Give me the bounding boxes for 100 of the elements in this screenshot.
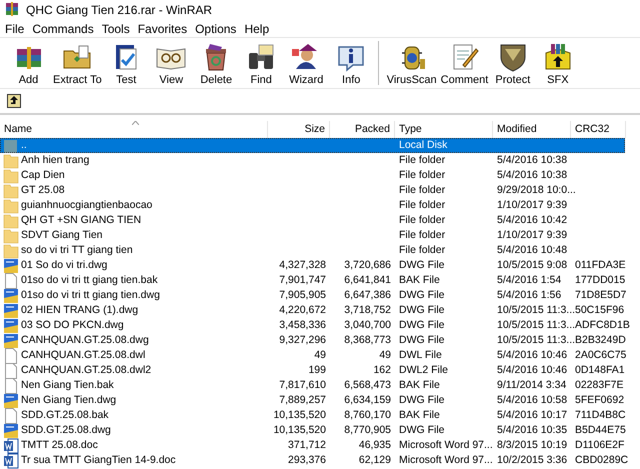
toolbar-button[interactable]: Find bbox=[238, 39, 284, 87]
file-row[interactable]: TMTT 25.08.doc 371,712 46,935 Microsoft Word 97... 8/3/2015 10:19 D1106E2F bbox=[0, 438, 625, 453]
table-cell: 3,458,336 bbox=[279, 318, 326, 333]
table-cell: 177DD015 bbox=[575, 273, 626, 288]
table-cell: 3,718,752 bbox=[344, 303, 391, 318]
sort-caret-icon bbox=[132, 121, 139, 125]
table-cell: 8,760,170 bbox=[344, 408, 391, 423]
table-cell: File folder bbox=[399, 228, 446, 243]
table-cell: so do vi tri TT giang tien bbox=[21, 243, 133, 258]
table-cell: File folder bbox=[399, 153, 446, 168]
table-cell: DWG File bbox=[399, 393, 444, 408]
table-cell: 5/4/2016 1:54 bbox=[497, 273, 562, 288]
file-row[interactable]: CANHQUAN.GT.25.08.dwl2 199 162 DWL2 File 5/4/2016 10:46 0D148FA1 bbox=[0, 363, 625, 378]
table-cell: 5/4/2016 10:46 bbox=[497, 363, 568, 378]
table-cell: 2A0C6C75 bbox=[575, 348, 626, 363]
table-cell: CANHQUAN.GT.25.08.dwl2 bbox=[21, 363, 152, 378]
table-cell: 8,368,773 bbox=[344, 333, 391, 348]
table-cell: Microsoft Word 97... bbox=[399, 453, 493, 468]
table-cell: Nen Giang Tien.bak bbox=[21, 378, 114, 393]
window-title: QHC Giang Tien 216.rar - WinRAR bbox=[26, 3, 212, 17]
table-cell: DWG File bbox=[399, 423, 444, 438]
file-row[interactable]: so do vi tri TT giang tien File folder 5/4/2016 10:48 bbox=[0, 243, 625, 258]
table-cell: 49 bbox=[314, 348, 326, 363]
toolbar-button[interactable]: Test bbox=[104, 39, 149, 87]
table-cell: BAK File bbox=[399, 273, 440, 288]
toolbar-button[interactable]: Info bbox=[328, 39, 374, 87]
table-cell: 5/4/2016 10:38 bbox=[497, 153, 568, 168]
table-cell: D1106E2F bbox=[575, 438, 624, 453]
table-cell: CANHQUAN.GT.25.08.dwl bbox=[21, 348, 146, 363]
table-cell: 6,647,386 bbox=[344, 288, 391, 303]
file-row[interactable]: CANHQUAN.GT.25.08.dwl 49 49 DWL File 5/4/2016 10:46 2A0C6C75 bbox=[0, 348, 625, 363]
table-cell: 162 bbox=[373, 363, 391, 378]
file-row[interactable]: Nen Giang Tien.dwg 7,889,257 6,634,159 DWG File 5/4/2016 10:58 5FEF0692 bbox=[0, 393, 625, 408]
table-cell: 5/4/2016 10:38 bbox=[497, 168, 568, 183]
table-cell: 01so do vi tri tt giang tien.dwg bbox=[21, 288, 160, 303]
file-row[interactable]: Cap Dien File folder 5/4/2016 10:38 bbox=[0, 168, 625, 183]
table-cell: SDD.GT.25.08.dwg bbox=[21, 423, 111, 438]
table-cell: 5FEF0692 bbox=[575, 393, 624, 408]
table-cell: 293,376 bbox=[288, 453, 326, 468]
toolbar-button[interactable]: Delete bbox=[194, 39, 239, 87]
folder-icon bbox=[3, 182, 19, 198]
file-row[interactable]: SDVT Giang Tien File folder 1/10/2017 9:39 bbox=[0, 228, 625, 243]
table-cell: 03 SO DO PKCN.dwg bbox=[21, 318, 124, 333]
menu-item[interactable]: Favorites bbox=[134, 22, 192, 36]
file-row[interactable]: GT 25.08 File folder 9/29/2018 10:0... bbox=[0, 183, 625, 198]
file-row[interactable]: QH GT +SN GIANG TIEN File folder 5/4/2016 10:42 bbox=[0, 213, 625, 228]
folder-icon bbox=[3, 212, 19, 228]
table-cell: 711D4B8C bbox=[575, 408, 626, 423]
menu-item[interactable]: Commands bbox=[29, 22, 99, 36]
file-row[interactable]: guianhnuocgiangtienbaocao File folder 1/10/2017 9:39 bbox=[0, 198, 625, 213]
toolbar-button[interactable]: Add bbox=[6, 39, 51, 87]
table-cell: ADFC8D1B bbox=[575, 318, 630, 333]
file-row[interactable]: Nen Giang Tien.bak 7,817,610 6,568,473 BAK File 9/11/2014 3:34 02283F7E bbox=[0, 378, 625, 393]
table-cell: SDVT Giang Tien bbox=[21, 228, 103, 243]
table-cell: 4,327,328 bbox=[279, 258, 326, 273]
table-cell: 7,889,257 bbox=[279, 393, 326, 408]
file-row[interactable]: 02 HIEN TRANG (1).dwg 4,220,672 3,718,752 DWG File 10/5/2015 11:3...50C15F96 bbox=[0, 303, 625, 318]
table-cell: 5/4/2016 10:58 bbox=[497, 393, 568, 408]
toolbar-button[interactable]: Protect bbox=[490, 39, 536, 87]
file-row[interactable]: CANHQUAN.GT.25.08.dwg 9,327,296 8,368,773 DWG File 10/5/2015 11:3...B2B3249D bbox=[0, 333, 625, 348]
toolbar-button[interactable]: View bbox=[148, 39, 194, 87]
table-cell: File folder bbox=[399, 198, 446, 213]
table-cell: DWG File bbox=[399, 303, 444, 318]
table-cell: 5/4/2016 1:56 bbox=[497, 288, 562, 303]
table-cell: DWG File bbox=[399, 333, 444, 348]
table-cell: 02 HIEN TRANG (1).dwg bbox=[21, 303, 138, 318]
up-folder-button[interactable] bbox=[7, 94, 21, 108]
table-cell: 10/5/2015 9:08 bbox=[497, 258, 568, 273]
table-cell: 8,770,905 bbox=[344, 423, 391, 438]
table-cell: 10,135,520 bbox=[273, 408, 326, 423]
file-row[interactable]: Anh hien trang File folder 5/4/2016 10:38 bbox=[0, 153, 625, 168]
toolbar-button[interactable]: Wizard bbox=[284, 39, 329, 87]
file-row[interactable]: 01 So do vi tri.dwg 4,327,328 3,720,686 DWG File 10/5/2015 9:08 011FDA3E bbox=[0, 258, 625, 273]
menu-item[interactable]: Help bbox=[241, 22, 274, 36]
toolbar-button[interactable]: VirusScan bbox=[384, 39, 439, 87]
table-cell: Anh hien trang bbox=[21, 153, 90, 168]
toolbar-button[interactable]: SFX bbox=[535, 39, 580, 87]
menu-item[interactable]: File bbox=[2, 22, 30, 36]
table-cell: File folder bbox=[399, 243, 446, 258]
file-row[interactable]: 01so do vi tri tt giang tien.dwg 7,905,905 6,647,386 DWG File 5/4/2016 1:56 71D8E5D7 bbox=[0, 288, 625, 303]
file-row[interactable]: SDD.GT.25.08.bak 10,135,520 8,760,170 BAK File 5/4/2016 10:17 711D4B8C bbox=[0, 408, 625, 423]
menu-item[interactable]: Options bbox=[192, 22, 242, 36]
file-row[interactable]: 01so do vi tri tt giang tien.bak 7,901,747 6,641,841 BAK File 5/4/2016 1:54 177DD015 bbox=[0, 273, 625, 288]
table-cell: guianhnuocgiangtienbaocao bbox=[21, 198, 152, 213]
file-icon bbox=[3, 272, 19, 288]
table-cell: 10/5/2015 11:3... bbox=[497, 303, 576, 318]
table-cell: 371,712 bbox=[288, 438, 326, 453]
table-cell: Nen Giang Tien.dwg bbox=[21, 393, 116, 408]
table-cell: GT 25.08 bbox=[21, 183, 65, 198]
menu-item[interactable]: Tools bbox=[98, 22, 135, 36]
drawing-file-icon bbox=[3, 288, 19, 304]
file-row[interactable]: SDD.GT.25.08.dwg 10,135,520 8,770,905 DWG File 5/4/2016 10:35 B5D44E75 bbox=[0, 423, 625, 438]
table-cell: QH GT +SN GIANG TIEN bbox=[21, 213, 142, 228]
table-cell: B2B3249D bbox=[575, 333, 626, 348]
file-row[interactable]: .. Local Disk bbox=[0, 138, 625, 153]
table-cell: 8/3/2015 10:19 bbox=[497, 438, 568, 453]
toolbar-button[interactable]: Comment bbox=[438, 39, 490, 87]
file-icon bbox=[3, 408, 19, 424]
table-cell: 49 bbox=[379, 348, 391, 363]
toolbar-button[interactable]: Extract To bbox=[51, 39, 104, 87]
